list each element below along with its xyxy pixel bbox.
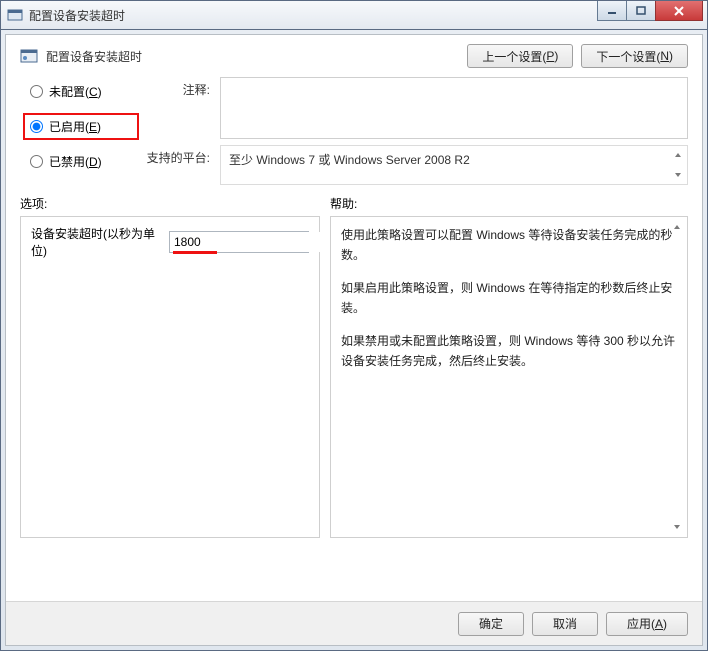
scroll-up-icon[interactable] [670, 220, 684, 234]
policy-icon [20, 47, 38, 65]
help-scroll[interactable] [670, 220, 684, 534]
close-button[interactable] [655, 1, 703, 21]
radio-enabled-input[interactable] [30, 120, 43, 133]
comment-textarea[interactable] [220, 77, 688, 139]
header-row: 配置设备安装超时 上一个设置(P) 下一个设置(N) [6, 35, 702, 77]
window-controls [597, 1, 703, 21]
timeout-input[interactable] [170, 232, 333, 252]
platform-scroll[interactable] [671, 148, 685, 182]
window-chrome: 配置设备安装超时 上一个设置(P) 下一个设置(N) 未配置(C) 已启用(E)… [0, 30, 708, 651]
options-panel: 设备安装超时(以秒为单位) [20, 216, 320, 538]
supported-platform-box: 至少 Windows 7 或 Windows Server 2008 R2 [220, 145, 688, 185]
help-p3: 如果禁用或未配置此策略设置，则 Windows 等待 300 秒以允许设备安装任… [341, 331, 677, 372]
scroll-up-icon[interactable] [671, 148, 685, 162]
titlebar: 配置设备安装超时 [0, 0, 708, 30]
radio-enabled[interactable]: 已启用(E) [26, 116, 136, 137]
radio-unconfigured-input[interactable] [30, 85, 43, 98]
footer: 确定 取消 应用(A) [6, 601, 702, 645]
radio-unconfigured[interactable]: 未配置(C) [26, 81, 136, 102]
radio-disabled-input[interactable] [30, 155, 43, 168]
ok-button[interactable]: 确定 [458, 612, 524, 636]
help-label: 帮助: [330, 195, 357, 212]
help-p2: 如果启用此策略设置，则 Windows 在等待指定的秒数后终止安装。 [341, 278, 677, 319]
config-grid: 未配置(C) 已启用(E) 已禁用(D) 注释: 支持的平台: [6, 77, 702, 195]
highlight-underline [173, 251, 217, 254]
option-name: 设备安装超时(以秒为单位) [31, 225, 159, 259]
policy-icon [7, 7, 23, 23]
state-radios: 未配置(C) 已启用(E) 已禁用(D) [26, 77, 136, 185]
comment-label: 注释: [140, 77, 210, 98]
next-setting-button[interactable]: 下一个设置(N) [581, 44, 688, 68]
scroll-down-icon[interactable] [670, 520, 684, 534]
help-panel: 使用此策略设置可以配置 Windows 等待设备安装任务完成的秒数。 如果启用此… [330, 216, 688, 538]
supported-platform-text: 至少 Windows 7 或 Windows Server 2008 R2 [229, 153, 470, 167]
minimize-button[interactable] [597, 1, 627, 21]
page-title: 配置设备安装超时 [46, 48, 142, 65]
meta-column: 注释: 支持的平台: 至少 Windows 7 或 Windows Server… [140, 77, 688, 185]
maximize-button[interactable] [626, 1, 656, 21]
platform-label: 支持的平台: [140, 145, 210, 166]
timeout-spinbox[interactable] [169, 231, 309, 253]
apply-button[interactable]: 应用(A) [606, 612, 688, 636]
scroll-down-icon[interactable] [671, 168, 685, 182]
options-label: 选项: [20, 195, 320, 212]
previous-setting-button[interactable]: 上一个设置(P) [467, 44, 573, 68]
dialog-body: 配置设备安装超时 上一个设置(P) 下一个设置(N) 未配置(C) 已启用(E)… [5, 34, 703, 646]
window-title: 配置设备安装超时 [29, 7, 125, 24]
cancel-button[interactable]: 取消 [532, 612, 598, 636]
radio-disabled[interactable]: 已禁用(D) [26, 151, 136, 172]
help-p1: 使用此策略设置可以配置 Windows 等待设备安装任务完成的秒数。 [341, 225, 677, 266]
